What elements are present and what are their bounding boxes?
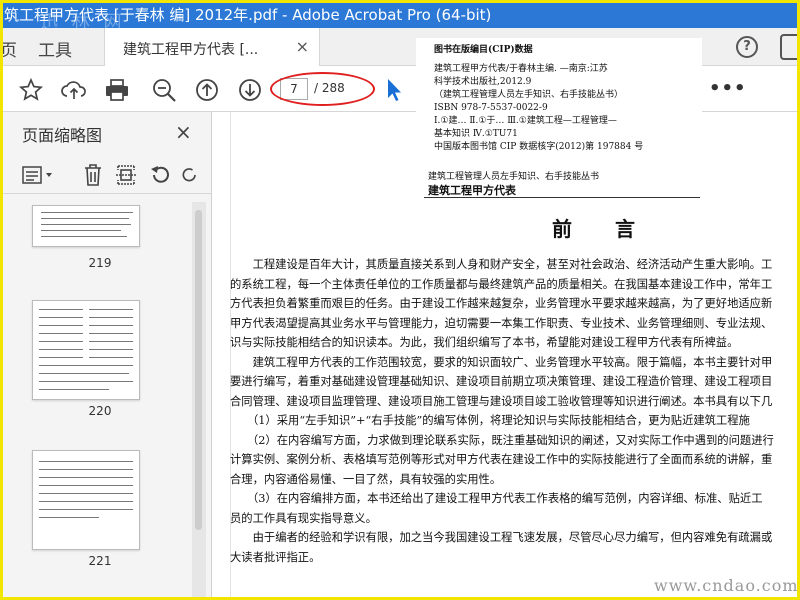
text-line: 识与实际技能相结合的知识读本。为此，我们组织编写了本书，希望能对建设工程甲方代表… [230,336,739,349]
text-line: 由于编者的经验和学识有限，加之当今我国建设工程飞速发展，尽管尽心尽力编写，但内容… [230,531,773,544]
text-line: 方代表担负着繁重而艰巨的任务。由于建设工作越来越复杂，业务管理水平要求越来越高，… [230,297,773,310]
page-thumbnail[interactable] [32,300,140,400]
upload-icon[interactable] [60,76,88,104]
panel-scrollbar-thumb[interactable] [195,210,202,530]
panel-close-icon[interactable]: × [175,120,192,144]
page-thumbnail[interactable] [32,450,140,550]
text-line: 工程建设是百年大计，其质量直接关系到人身和财产安全，甚至对社会政治、经济活动产生… [230,258,773,271]
site-watermark-bottom: www.cndao.com [654,576,799,595]
text-line: （1）采用“左手知识”+“右手技能”的编写体例，将理论知识与实际技能相结合，更为… [230,414,750,427]
redo-icon[interactable] [180,162,200,188]
text-line: 要进行编写，着重对基础建设管理基础知识、建设项目前期立项决策管理、建设工程造价管… [230,375,773,388]
text-line: 合理，内容通俗易懂、一目了然，具有较强的实用性。 [230,472,502,486]
preface-body: 工程建设是百年大计，其质量直接关系到人身和财产安全，甚至对社会政治、经济活动产生… [230,255,800,567]
window-control-icon[interactable] [780,34,800,60]
tab-tools[interactable]: 工具 [38,36,72,61]
text-line: 大读者批评指正。 [230,550,321,564]
thumbnail-toolbar [0,154,212,194]
tab-document-label: 建筑工程甲方代表 [... [123,42,259,58]
thumbnail-options-icon[interactable] [20,162,56,188]
panel-title: 页面缩略图 [22,126,103,145]
print-icon[interactable] [103,76,131,104]
text-line: （3）在内容编排方面，本书还给出了建设工程甲方代表工作表格的编写范例，内容详细、… [230,492,763,505]
panel-scrollbar[interactable] [192,202,206,597]
cip-line: Ⅰ.①建… Ⅱ.①于… Ⅲ.①建筑工程—工程管理— [434,116,617,126]
zoom-out-icon[interactable] [150,76,178,104]
tab-document[interactable]: 建筑工程甲方代表 [... × [104,28,320,67]
select-cursor-icon[interactable] [380,76,408,104]
separator-line [424,197,700,198]
thumbnail-label: 220 [88,404,112,418]
text-line: 建筑工程甲方代表的工作范围较宽，要求的知识面较广、业务管理水平较高。限于篇幅，本… [230,355,773,369]
tab-close-icon[interactable]: × [296,37,309,56]
help-icon[interactable]: ? [736,36,758,58]
extract-icon[interactable] [113,162,139,188]
thumbnail-label: 221 [88,554,112,568]
tab-home[interactable]: 页 [0,36,18,61]
star-icon[interactable] [17,76,45,104]
text-line: （2）在内容编写方面，力求做到理论联系实际，既注重基础知识的阐述，又对实际工作中… [230,433,774,447]
highlight-annotation [270,72,375,106]
cip-line: 建筑工程甲方代表/于春林主编. —南京:江苏 [434,64,608,74]
thumbnail-label: 219 [88,256,112,270]
undo-icon[interactable] [147,162,173,188]
cip-line: 科学技术出版社,2012.9 [434,77,532,87]
cip-line: （建筑工程管理人员左手知识、右手技能丛书） [434,90,624,100]
text-line: 员的工作具有现实指导意义。 [230,511,377,525]
page-thumbnail[interactable] [32,205,140,247]
cip-line: ISBN 978-7-5537-0022-9 [434,103,548,113]
cip-line: 中国版本图书馆 CIP 数据核字(2012)第 197884 号 [434,142,644,152]
delete-icon[interactable] [80,162,106,188]
series-note: 建筑工程管理人员左手知识、右手技能丛书 [428,172,600,182]
book-title: 建筑工程甲方代表 [428,184,516,197]
page-thumbnails-panel: 页面缩略图 × 219 220 221 [0,112,212,600]
text-line: 的系统工程，每一个主体责任单位的工作质量都与最终建筑产品的质量相关。在我国基本建… [230,277,773,291]
page-up-icon[interactable] [193,76,221,104]
text-line: 甲方代表渴望提高其业务水平与管理能力，迫切需要一本集工作职责、专业技术、业务管理… [230,316,773,330]
text-line: 合同管理、建设项目监理管理、建设项目施工管理与建设项目竣工验收管理等知识进行阐述… [230,394,773,408]
more-icon[interactable]: ••• [709,78,747,99]
preface-heading: 前 言 [552,217,653,241]
text-line: 计算实例、案例分析、表格填写范例等形式对甲方代表在建设工作中的实际技能进行了全面… [230,453,773,466]
window-titlebar: 筑工程甲方代表 [于春林 编] 2012年.pdf - Adobe Acroba… [0,0,800,33]
cip-title: 图书在版编目(CIP)数据 [434,45,533,55]
cip-line: 基本知识 Ⅳ.①TU71 [434,129,518,139]
cip-lines: 建筑工程甲方代表/于春林主编. —南京:江苏 科学技术出版社,2012.9 （建… [416,63,702,154]
page-down-icon[interactable] [236,76,264,104]
